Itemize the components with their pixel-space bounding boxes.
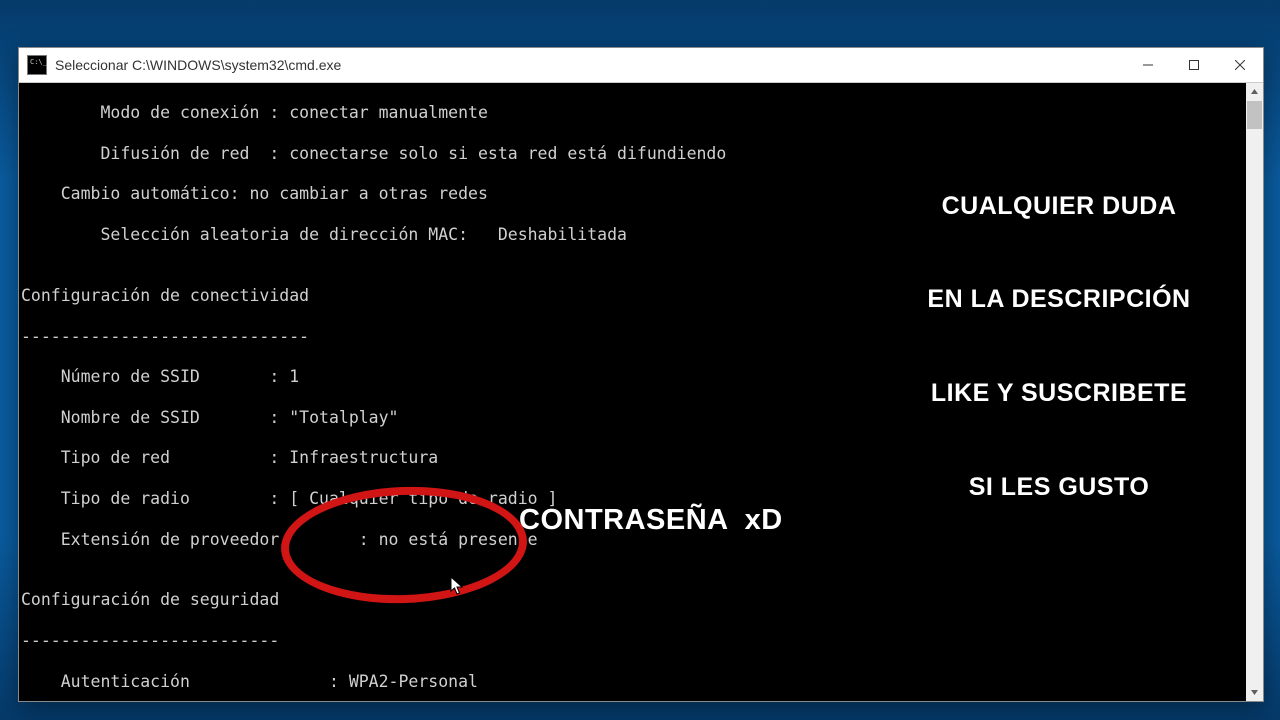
cmd-window: Seleccionar C:\WINDOWS\system32\cmd.exe … [18,47,1264,702]
overlay-line: EN LA DESCRIPCIÓN [894,284,1224,315]
window-title: Seleccionar C:\WINDOWS\system32\cmd.exe [55,57,1125,73]
console-output[interactable]: Modo de conexión : conectar manualmente … [19,83,1246,701]
overlay-line: CUALQUIER DUDA [894,191,1224,222]
console-line: Configuración de seguridad [21,590,1246,610]
minimize-button[interactable] [1125,48,1171,82]
window-titlebar[interactable]: Seleccionar C:\WINDOWS\system32\cmd.exe [19,48,1263,83]
cmd-icon [27,55,47,75]
maximize-button[interactable] [1171,48,1217,82]
window-client-area: Modo de conexión : conectar manualmente … [19,83,1263,701]
close-button[interactable] [1217,48,1263,82]
scroll-down-button[interactable] [1246,684,1263,701]
console-line: -------------------------- [21,631,1246,651]
vertical-scrollbar[interactable] [1246,83,1263,701]
console-line: Autenticación : WPA2-Personal [21,672,1246,692]
console-line: Modo de conexión : conectar manualmente [21,103,1246,123]
scroll-up-button[interactable] [1246,83,1263,100]
overlay-line: LIKE Y SUSCRIBETE [894,378,1224,409]
desktop-background: Seleccionar C:\WINDOWS\system32\cmd.exe … [0,0,1280,720]
overlay-password-label: CONTRASEÑA xD [519,510,783,530]
scrollbar-thumb[interactable] [1247,101,1262,129]
overlay-line: SI LES GUSTO [894,472,1224,503]
overlay-text-right: CUALQUIER DUDA EN LA DESCRIPCIÓN LIKE Y … [894,128,1224,566]
